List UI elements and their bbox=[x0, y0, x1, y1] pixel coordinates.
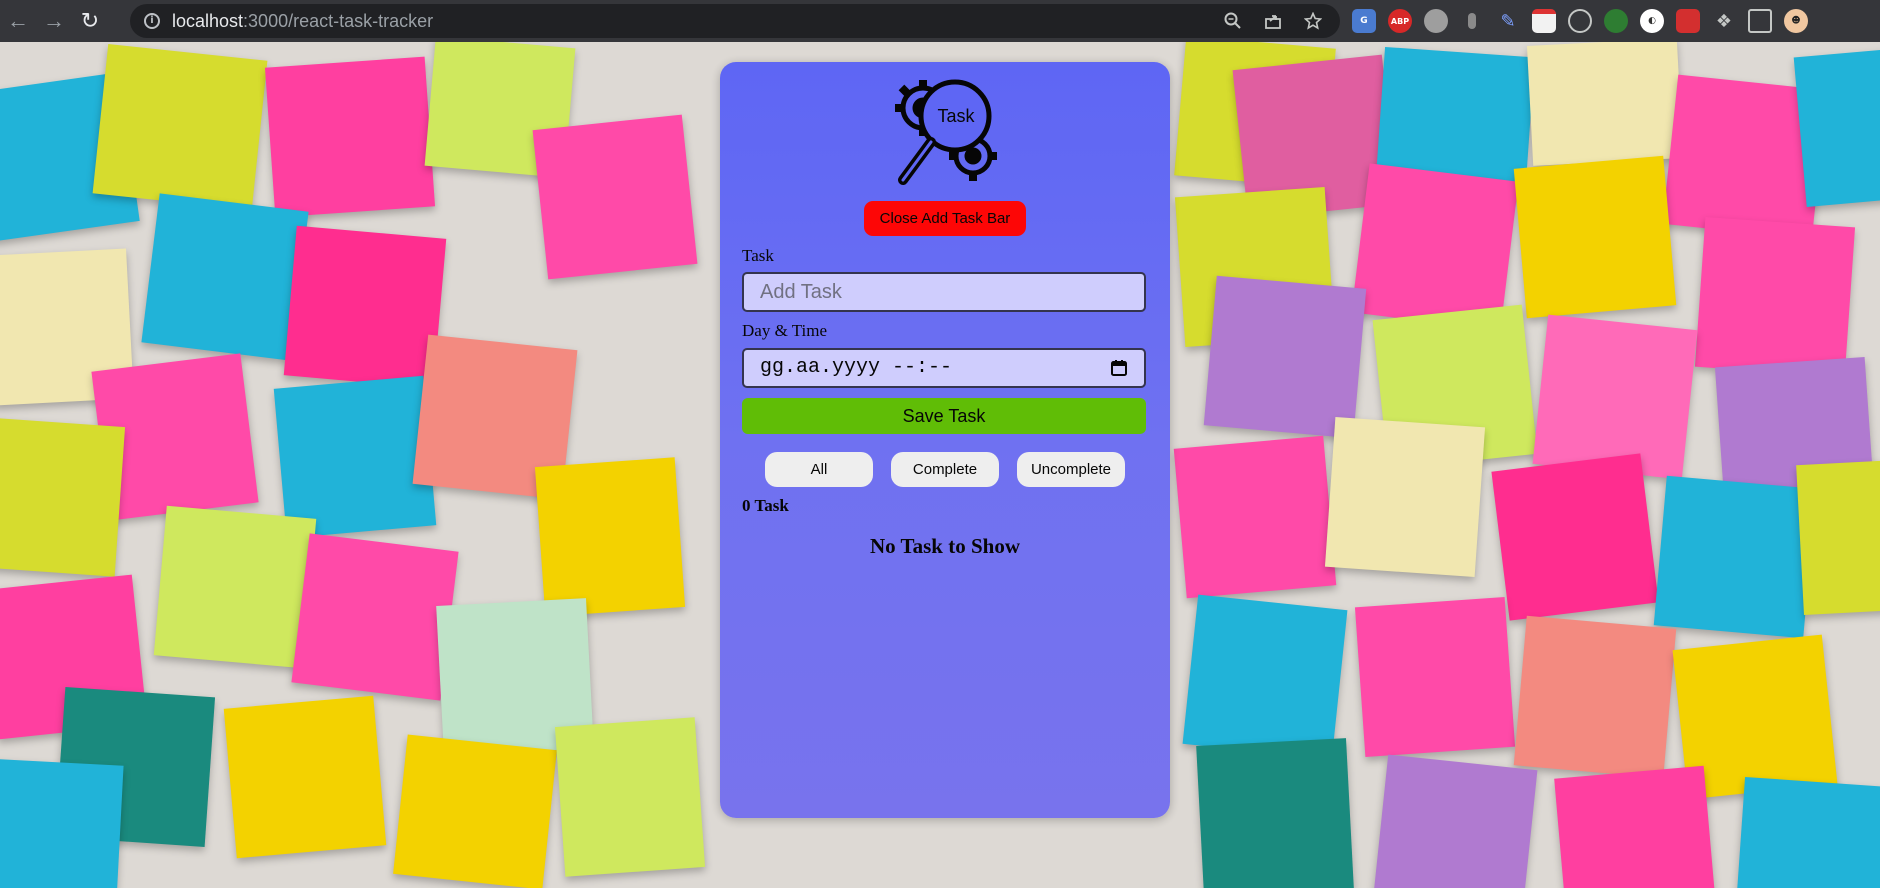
sticky-note bbox=[1735, 776, 1880, 888]
url-path: :3000/react-task-tracker bbox=[243, 10, 434, 31]
share-icon[interactable] bbox=[1264, 12, 1282, 30]
sticky-note bbox=[1694, 216, 1856, 378]
calendar-icon[interactable] bbox=[1110, 359, 1128, 377]
save-task-button[interactable]: Save Task bbox=[742, 398, 1146, 434]
task-count: 0 Task bbox=[742, 496, 789, 515]
sticky-note bbox=[534, 457, 686, 617]
reload-icon[interactable]: ↻ bbox=[72, 0, 108, 42]
task-input[interactable]: Add Task bbox=[742, 272, 1146, 312]
tree-ext-icon[interactable] bbox=[1604, 9, 1628, 33]
sticky-note bbox=[141, 193, 309, 361]
datetime-placeholder: gg.aa.yyyy --:-- bbox=[760, 356, 953, 379]
extensions-puzzle-icon[interactable]: ❖ bbox=[1712, 9, 1736, 33]
task-logo-icon bbox=[895, 79, 997, 185]
datetime-label: Day & Time bbox=[742, 321, 828, 340]
sticky-note bbox=[393, 734, 557, 888]
compass-ext-icon[interactable] bbox=[1568, 9, 1592, 33]
sticky-note bbox=[1203, 275, 1367, 439]
empty-state-message: No Task to Show bbox=[870, 534, 1020, 558]
sticky-note bbox=[532, 114, 698, 280]
sticky-note bbox=[1354, 596, 1516, 758]
filter-uncomplete-button[interactable]: Uncomplete bbox=[1017, 452, 1125, 487]
close-add-task-bar-button[interactable]: Close Add Task Bar bbox=[864, 201, 1026, 236]
sticky-note bbox=[1796, 458, 1880, 616]
url-text[interactable]: localhost:3000/react-task-tracker bbox=[172, 11, 433, 32]
sticky-note bbox=[273, 375, 437, 539]
sticky-note bbox=[0, 758, 124, 888]
sticky-note bbox=[291, 533, 459, 701]
sticky-note bbox=[92, 44, 268, 210]
sticky-note bbox=[264, 56, 436, 218]
pen-ext-icon[interactable]: ✎ bbox=[1496, 9, 1520, 33]
sticky-note bbox=[1513, 615, 1677, 779]
sticky-note bbox=[153, 505, 317, 669]
filter-all-button[interactable]: All bbox=[765, 452, 873, 487]
figure-ext-icon[interactable] bbox=[1460, 9, 1484, 33]
profile-avatar[interactable]: ☻ bbox=[1784, 9, 1808, 33]
sticky-note bbox=[283, 225, 447, 389]
side-panel-icon[interactable] bbox=[1748, 9, 1772, 33]
sticky-note bbox=[1351, 163, 1519, 331]
omnibox-actions bbox=[1224, 4, 1322, 38]
address-bar[interactable]: i localhost:3000/react-task-tracker bbox=[130, 4, 1340, 38]
translate-ext-icon[interactable]: G bbox=[1352, 9, 1376, 33]
extensions-bar: G ABP ✎ ◐ ❖ ☻ bbox=[1352, 0, 1808, 42]
sticky-note bbox=[1372, 754, 1538, 888]
sticky-note bbox=[1182, 594, 1348, 760]
back-icon[interactable]: ← bbox=[0, 0, 36, 42]
circle-ext-icon[interactable]: ◐ bbox=[1640, 9, 1664, 33]
adblock-plus-icon[interactable]: ABP bbox=[1388, 9, 1412, 33]
sticky-note bbox=[1173, 435, 1337, 599]
sticky-note bbox=[0, 417, 126, 577]
sticky-note bbox=[554, 717, 706, 877]
calendar-ext-icon[interactable] bbox=[1532, 9, 1556, 33]
sticky-note bbox=[1491, 453, 1659, 621]
sticky-note bbox=[1513, 155, 1677, 319]
sticky-note bbox=[1324, 416, 1486, 578]
sticky-note bbox=[1653, 475, 1817, 639]
glasses-ext-icon[interactable] bbox=[1424, 9, 1448, 33]
sticky-note bbox=[223, 695, 387, 859]
datetime-input[interactable]: gg.aa.yyyy --:-- bbox=[742, 348, 1146, 388]
site-info-icon[interactable]: i bbox=[144, 13, 160, 29]
bookmark-star-icon[interactable] bbox=[1304, 12, 1322, 30]
sticky-note bbox=[1196, 738, 1354, 888]
url-host: localhost bbox=[172, 10, 244, 31]
logo-text: Task bbox=[937, 106, 975, 126]
sticky-note bbox=[1554, 765, 1716, 888]
sticky-note bbox=[1526, 42, 1684, 166]
grid-ext-icon[interactable] bbox=[1676, 9, 1700, 33]
sticky-note bbox=[1793, 47, 1880, 207]
filter-complete-button[interactable]: Complete bbox=[891, 452, 999, 487]
zoom-icon[interactable] bbox=[1224, 12, 1242, 30]
sticky-note bbox=[1532, 314, 1698, 480]
task-label: Task bbox=[742, 246, 774, 265]
forward-icon[interactable]: → bbox=[36, 0, 72, 42]
task-panel: Task Close Add Task Bar Task Add Task Da… bbox=[720, 62, 1170, 818]
browser-toolbar: ← → ↻ i localhost:3000/react-task-tracke… bbox=[0, 0, 1880, 42]
